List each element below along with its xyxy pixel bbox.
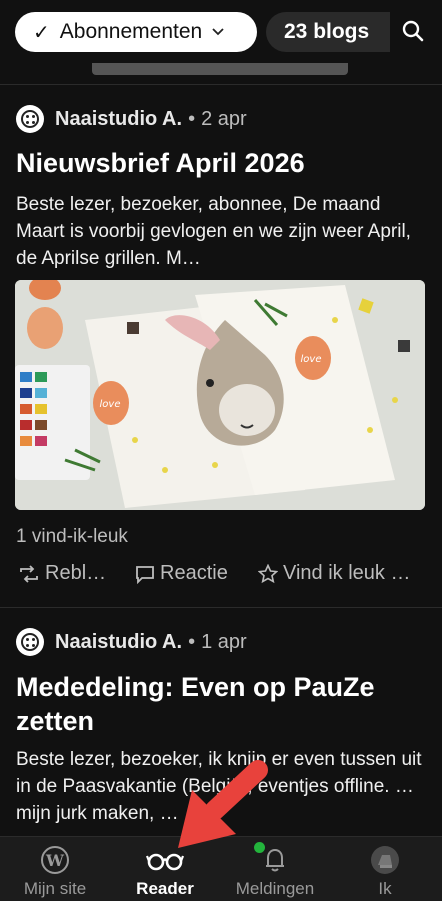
- separator: •: [188, 107, 196, 130]
- search-icon[interactable]: [400, 18, 430, 48]
- post-author[interactable]: Naaistudio A.: [55, 108, 182, 131]
- reblog-icon: [20, 564, 38, 583]
- post-date: 1 apr: [201, 630, 247, 653]
- wordpress-icon: W: [40, 845, 70, 880]
- nav-ik[interactable]: Ik: [330, 837, 440, 901]
- nav-label: Mijn site: [23, 879, 87, 898]
- post-header: Naaistudio A. • 1 apr: [16, 627, 247, 657]
- site-button-icon[interactable]: [16, 628, 44, 656]
- egg-text: love: [301, 354, 322, 365]
- filter-label: Abonnementen: [59, 20, 203, 43]
- nav-meldingen[interactable]: Meldingen: [220, 837, 330, 901]
- post-excerpt[interactable]: Beste lezer, bezoeker, abonnee, De maand…: [16, 191, 426, 272]
- check-icon: ✓: [33, 21, 50, 44]
- nav-label: Reader: [136, 879, 194, 898]
- comment-icon: [136, 565, 154, 584]
- site-button-icon[interactable]: [16, 105, 44, 133]
- post-header: Naaistudio A. • 2 apr: [16, 104, 247, 134]
- nav-reader[interactable]: Reader: [110, 837, 220, 901]
- reblog-button[interactable]: Rebl…: [18, 562, 106, 585]
- likes-count[interactable]: 1 vind-ik-leuk: [16, 526, 128, 548]
- star-icon: [258, 563, 278, 583]
- glasses-icon: [145, 845, 185, 880]
- post-actions: Rebl… Reactie Vind ik leuk …: [16, 562, 426, 590]
- notification-dot: [254, 842, 265, 853]
- blogs-count-button[interactable]: 23 blogs: [266, 12, 390, 52]
- avatar-icon: [370, 845, 400, 880]
- post-title[interactable]: Nieuwsbrief April 2026: [16, 146, 426, 180]
- chevron-down-icon: [212, 25, 224, 39]
- top-bar: ✓ Abonnementen 23 blogs: [0, 0, 442, 85]
- like-label: Vind ik leuk …: [283, 562, 411, 584]
- post-date: 2 apr: [201, 107, 247, 130]
- post-title[interactable]: Mededeling: Even op PauZe zetten: [16, 670, 426, 738]
- post-image[interactable]: love love: [15, 280, 425, 510]
- comment-label: Reactie: [160, 562, 228, 584]
- reblog-label: Rebl…: [45, 562, 107, 584]
- subscriptions-filter-button[interactable]: ✓ Abonnementen: [15, 12, 257, 52]
- bottom-navigation: W Mijn site Reader Meldingen Ik: [0, 836, 442, 901]
- scroll-handle: [92, 63, 348, 75]
- separator: •: [188, 630, 196, 653]
- nav-label: Ik: [378, 879, 392, 898]
- post-author[interactable]: Naaistudio A.: [55, 631, 182, 654]
- blogs-count-label: 23 blogs: [284, 20, 370, 43]
- like-button[interactable]: Vind ik leuk …: [258, 562, 410, 585]
- comment-button[interactable]: Reactie: [135, 562, 228, 585]
- egg-text-2: love: [100, 399, 121, 410]
- post-excerpt[interactable]: Beste lezer, bezoeker, ik knijp er even …: [16, 746, 426, 827]
- nav-mijn-site[interactable]: W Mijn site: [0, 837, 110, 901]
- post-divider: [0, 607, 442, 608]
- svg-text:W: W: [45, 851, 65, 870]
- bell-icon: [260, 845, 290, 880]
- nav-label: Meldingen: [235, 879, 315, 898]
